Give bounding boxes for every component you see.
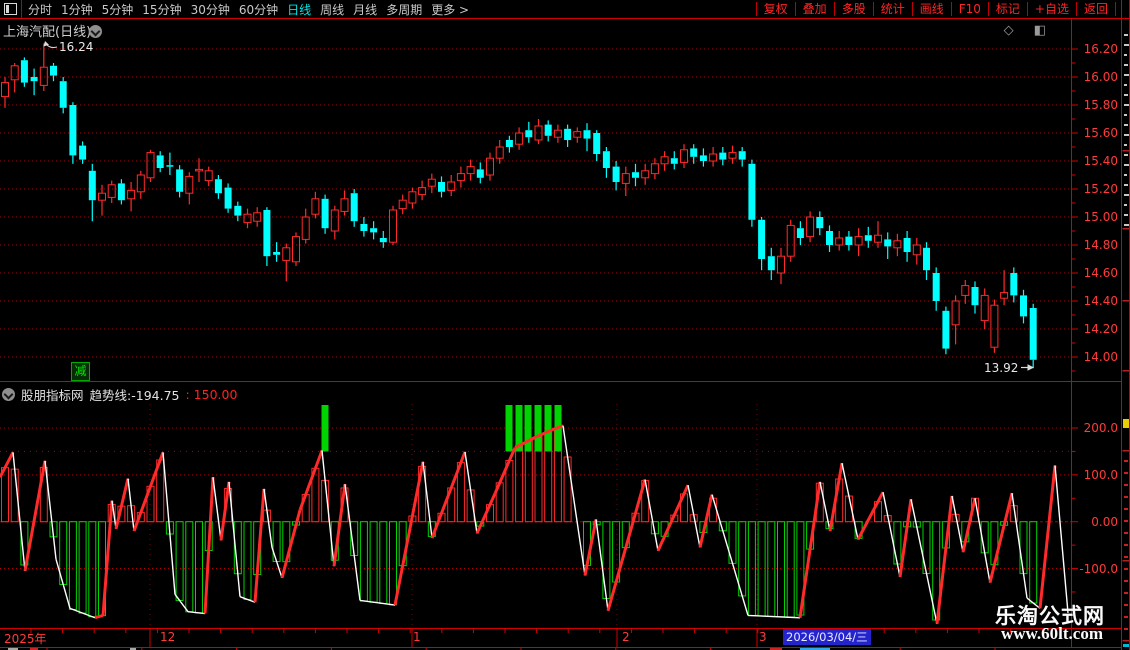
high-price-label: 16.24 (59, 40, 94, 54)
period-toolbar: 分时 1分钟 5分钟 15分钟 30分钟 60分钟 日线 周线 月线 多周期 更多 > 复权 叠加 多股… (0, 0, 1130, 18)
period-item-5[interactable]: 60分钟 (239, 1, 278, 18)
tool-item-5[interactable]: F10 (950, 2, 988, 16)
layout-icon[interactable] (4, 3, 17, 15)
date-label: 1 (413, 630, 421, 644)
price-axis-label: 15.60 (1083, 126, 1118, 140)
price-axis-label: 14.40 (1083, 294, 1118, 308)
chevron-down-icon[interactable] (89, 25, 102, 38)
indicator-axis-label: 200.0 (1083, 421, 1118, 435)
period-item-8[interactable]: 月线 (353, 1, 377, 18)
chart-graphics (0, 0, 1130, 650)
indicator-axis-label: 100.0 (1083, 467, 1118, 482)
price-axis-label: 14.20 (1083, 322, 1118, 336)
period-item-7[interactable]: 周线 (320, 1, 344, 18)
chevron-down-icon[interactable] (2, 388, 15, 401)
price-axis-label: 15.40 (1083, 154, 1118, 168)
period-item-3[interactable]: 15分钟 (142, 1, 181, 18)
price-axis-label: 14.80 (1083, 238, 1118, 252)
chart-title: 上海汽配(日线) (3, 25, 92, 40)
tool-item-2[interactable]: 多股 (833, 2, 873, 16)
tool-item-6[interactable]: 标记 (987, 2, 1027, 16)
period-item-2[interactable]: 5分钟 (102, 1, 134, 18)
watermark-site-url: www.60lt.com (1001, 624, 1103, 643)
date-highlight[interactable]: 2026/03/04/三 (783, 629, 871, 645)
low-price-label: 13.92 (984, 361, 1019, 375)
tool-item-3[interactable]: 统计 (872, 2, 912, 16)
price-axis-label: 14.00 (1083, 350, 1118, 364)
toolbar-divider (21, 0, 22, 18)
period-item-6[interactable]: 日线 (287, 1, 311, 18)
period-item-9[interactable]: 多周期 (386, 1, 422, 18)
indicator-source: 股朋指标网 (21, 388, 84, 403)
period-item-0[interactable]: 分时 (28, 1, 52, 18)
date-label: 2 (622, 630, 630, 644)
price-axis-label: 16.00 (1083, 70, 1118, 84)
tool-item-8[interactable]: 返回 (1075, 2, 1116, 16)
indicator-header: 股朋指标网 趋势线:-194.75 : 150.00 (2, 385, 237, 404)
pane-corner-icons[interactable]: ◇ ◧ (1004, 23, 1054, 38)
reduction-badge: 减 (71, 362, 90, 381)
date-label: 2025年 (4, 632, 47, 646)
tools-menu: 复权 叠加 多股 统计 画线 F10 标记 +自选 返回 (755, 2, 1116, 16)
tool-item-1[interactable]: 叠加 (794, 2, 834, 16)
price-axis-label: 15.80 (1083, 98, 1118, 112)
tool-item-7[interactable]: +自选 (1026, 2, 1076, 16)
price-axis-label: 15.00 (1083, 210, 1118, 224)
indicator-axis-label: 0.00 (1091, 514, 1118, 529)
period-item-4[interactable]: 30分钟 (191, 1, 230, 18)
period-menu: 分时 1分钟 5分钟 15分钟 30分钟 60分钟 日线 周线 月线 多周期 更多 > (28, 0, 469, 18)
period-item-1[interactable]: 1分钟 (61, 1, 93, 18)
date-label: 3 (759, 630, 767, 644)
trading-app-window: 分时 1分钟 5分钟 15分钟 30分钟 60分钟 日线 周线 月线 多周期 更多 > 复权 叠加 多股… (0, 0, 1130, 650)
price-axis-label: 16.20 (1083, 42, 1118, 56)
indicator-axis-label: -100.0 (1079, 561, 1118, 576)
period-item-10[interactable]: 更多 > (431, 1, 469, 18)
tool-item-4[interactable]: 画线 (911, 2, 951, 16)
date-label: 12 (160, 630, 176, 644)
indicator-value: 趋势线:-194.75 (89, 388, 180, 403)
price-axis-label: 14.60 (1083, 266, 1118, 280)
indicator-param: : 150.00 (185, 387, 238, 402)
tool-item-0[interactable]: 复权 (755, 2, 795, 16)
price-axis-label: 15.20 (1083, 182, 1118, 196)
